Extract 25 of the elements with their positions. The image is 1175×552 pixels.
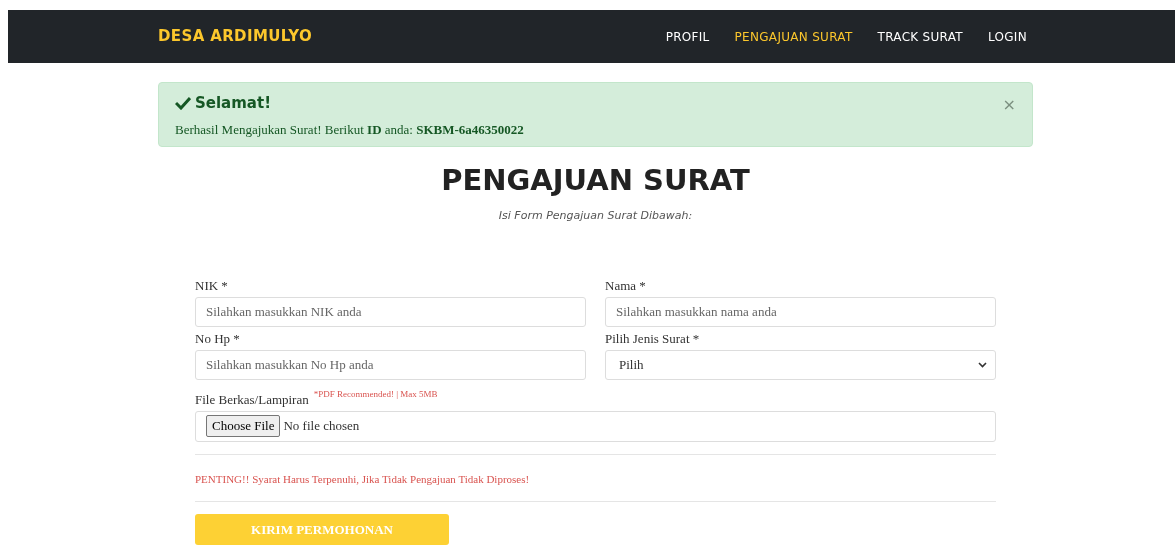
warning-text: PENTING!! Syarat Harus Terpenuhi, Jika Tidak Pengajuan Tidak Diproses! bbox=[195, 471, 531, 487]
choose-file-button[interactable]: Choose File bbox=[206, 415, 281, 437]
alert-title: Selamat! bbox=[195, 93, 271, 114]
field-label: NIK * bbox=[195, 276, 228, 295]
chevron-down-icon bbox=[978, 361, 987, 368]
file-status: No file chosen bbox=[283, 417, 360, 436]
field-label: No Hp * bbox=[195, 329, 240, 348]
check-icon bbox=[175, 96, 191, 111]
alert-message: Berhasil Mengajukan Surat! Berikut ID anda: SKBM-6a46350022 bbox=[175, 120, 525, 139]
input-field[interactable]: Silahkan masukkan nama anda bbox=[605, 296, 996, 327]
input-field[interactable]: Silahkan masukkan No Hp anda bbox=[195, 349, 586, 380]
select-field[interactable]: Pilih bbox=[605, 349, 996, 380]
input-field[interactable]: Silahkan masukkan NIK anda bbox=[195, 296, 586, 327]
nav-link[interactable]: PENGAJUAN SURAT bbox=[734, 27, 853, 46]
brand-logo[interactable]: DESA ARDIMULYO bbox=[158, 25, 313, 48]
field-label: Nama * bbox=[605, 276, 646, 295]
page-subtitle: Isi Form Pengajuan Surat Dibawah: bbox=[497, 208, 694, 224]
field-label: File Berkas/Lampiran bbox=[195, 390, 309, 409]
field-label: Pilih Jenis Surat * bbox=[605, 329, 700, 348]
nav-link[interactable]: LOGIN bbox=[987, 27, 1027, 46]
page-heading: PENGAJUAN SURAT bbox=[440, 162, 751, 198]
nav-link[interactable]: TRACK SURAT bbox=[877, 27, 963, 46]
file-hint: *PDF Recommended! | Max 5MB bbox=[313, 387, 438, 401]
file-field[interactable]: Choose File No file chosen bbox=[195, 410, 996, 442]
nav-link[interactable]: PROFIL bbox=[665, 27, 710, 46]
